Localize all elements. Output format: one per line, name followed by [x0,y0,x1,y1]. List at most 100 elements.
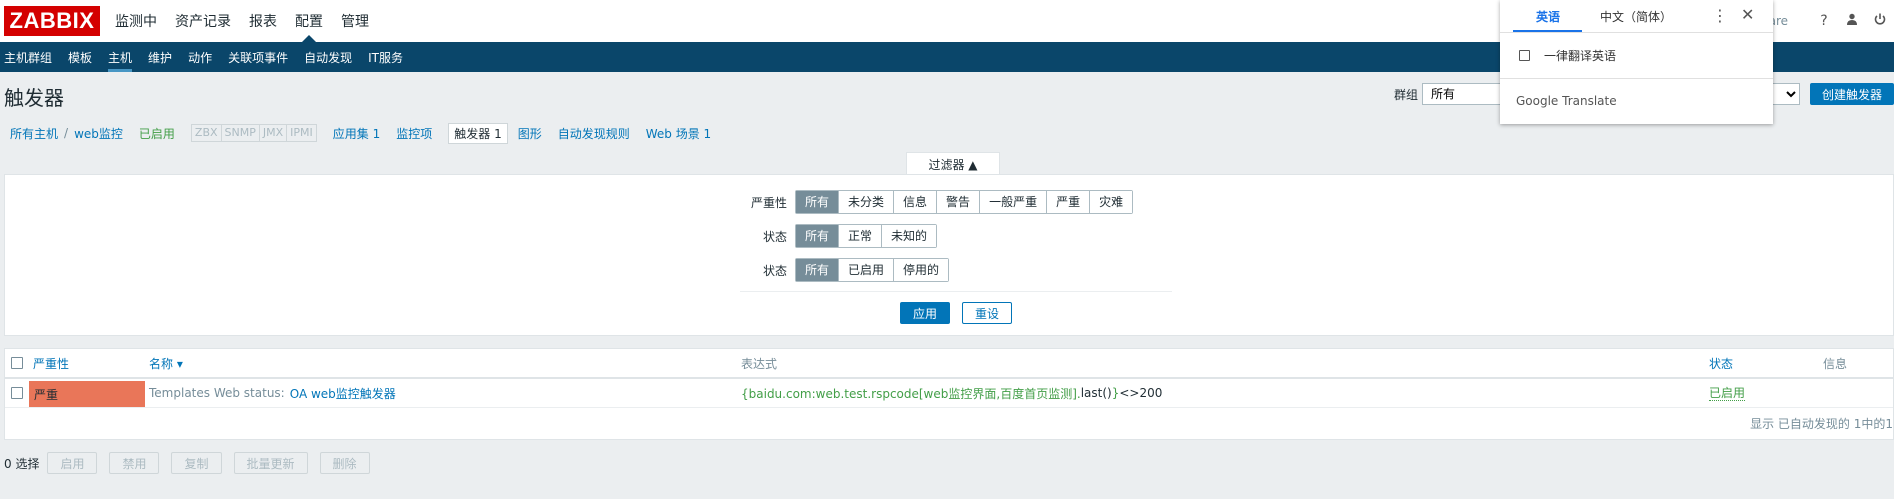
column-severity[interactable]: 严重性 [33,349,69,377]
severity-high[interactable]: 严重 [1047,191,1091,213]
status-disabled[interactable]: 停用的 [894,259,949,281]
status-filter-label: 状态 [762,263,787,278]
state-filter-row: 状态 所有 正常 未知的 [747,224,938,248]
sort-status-link[interactable]: 状态 [1709,355,1733,372]
column-info: 信息 [1823,356,1848,371]
row-checkbox[interactable] [11,387,23,399]
expression-cell: {baidu.com:web.test.rspcode[web监控界面,百度首页… [741,379,1162,407]
zabbix-logo[interactable]: ZABBIX [4,6,100,36]
triggers-current[interactable]: 触发器 1 [448,122,508,144]
table-row: 严重 Templates Web status: OA web监控触发器 {ba… [5,379,1893,407]
state-unknown[interactable]: 未知的 [882,225,937,247]
menu-monitoring[interactable]: 监测中 [106,0,166,42]
jmx-badge: JMX [260,125,288,141]
always-translate-checkbox[interactable] [1519,50,1530,61]
delete-button[interactable]: 删除 [319,452,370,474]
all-hosts-link[interactable]: 所有主机 [10,125,58,142]
subnav-event-correlation[interactable]: 关联项事件 [220,42,296,72]
template-prefix[interactable]: Templates Web status: [149,386,285,400]
translate-tab-english[interactable]: 英语 [1536,0,1560,32]
main-menu: 监测中 资产记录 报表 配置 管理 [106,0,378,42]
translate-popup: 英语 中文（简体） ⋮ ✕ 一律翻译英语 Google Translate [1500,0,1773,124]
copy-button[interactable]: 复制 [171,452,222,474]
items-link[interactable]: 监控项 [396,125,432,142]
trigger-name-link[interactable]: OA web监控触发器 [290,385,396,402]
create-trigger-button[interactable]: 创建触发器 [1809,83,1894,105]
breadcrumb-separator: / [64,126,69,140]
state-all[interactable]: 所有 [796,225,840,247]
always-translate-label[interactable]: 一律翻译英语 [1544,47,1616,64]
severity-all[interactable]: 所有 [796,191,840,213]
filter-toggle-tab[interactable]: 过滤器 ▲ [906,152,1000,175]
column-status[interactable]: 状态 [1709,349,1733,377]
subnav-hosts[interactable]: 主机 [100,42,140,72]
host-status-enabled: 已启用 [138,126,175,141]
severity-information[interactable]: 信息 [894,191,938,213]
severity-filter-label: 严重性 [750,195,787,210]
expression-item[interactable]: {baidu.com:web.test.rspcode[web监控界面,百度首页… [741,385,1081,402]
disable-button[interactable]: 禁用 [109,452,160,474]
state-filter-label: 状态 [762,229,787,244]
menu-administration[interactable]: 管理 [332,0,378,42]
enable-button[interactable]: 启用 [47,452,98,474]
google-translate-brand: Google Translate [1516,94,1617,108]
translate-divider [1500,32,1773,33]
question-icon[interactable]: ? [1810,13,1838,29]
web-scenarios-link[interactable]: Web 场景 1 [646,125,711,142]
row-divider [5,407,1893,408]
triggers-table: 严重性 名称 ▾ 表达式 状态 信息 严重 Templates Web stat… [4,348,1894,440]
applications-link[interactable]: 应用集 1 [333,125,380,142]
host-navigation: 所有主机 / web监控 已启用 ZBX SNMP JMX IPMI 应用集 1… [0,122,727,144]
zbx-badge: ZBX [192,125,222,141]
status-cell: 已启用 [1709,379,1746,407]
translate-divider-2 [1500,78,1773,79]
column-name[interactable]: 名称 ▾ [149,349,183,377]
host-link[interactable]: web监控 [74,125,123,142]
state-segment: 所有 正常 未知的 [795,224,938,248]
sort-severity-link[interactable]: 严重性 [33,355,69,372]
power-icon[interactable] [1866,13,1894,29]
subnav-host-groups[interactable]: 主机群组 [0,42,60,72]
severity-not-classified[interactable]: 未分类 [839,191,895,213]
reset-filter-button[interactable]: 重设 [962,302,1012,324]
menu-inventory[interactable]: 资产记录 [166,0,240,42]
subnav-discovery[interactable]: 自动发现 [296,42,360,72]
group-label: 群组 [1393,87,1418,102]
severity-filter-row: 严重性 所有 未分类 信息 警告 一般严重 严重 灾难 [747,190,1134,214]
select-all-checkbox[interactable] [11,357,23,369]
expression-condition: <>200 [1119,386,1163,400]
menu-configuration[interactable]: 配置 [286,0,332,42]
severity-segment: 所有 未分类 信息 警告 一般严重 严重 灾难 [795,190,1134,214]
sort-name-link[interactable]: 名称 ▾ [149,355,183,372]
snmp-badge: SNMP [222,125,260,141]
status-enabled-link[interactable]: 已启用 [1709,386,1746,401]
interface-badges: ZBX SNMP JMX IPMI [190,124,317,142]
subnav-maintenance[interactable]: 维护 [140,42,180,72]
graphs-link[interactable]: 图形 [518,125,542,142]
status-all[interactable]: 所有 [796,259,840,281]
mass-update-button[interactable]: 批量更新 [233,452,308,474]
filter-panel: 严重性 所有 未分类 信息 警告 一般严重 严重 灾难 状态 所有 正常 未知的… [4,174,1894,336]
close-icon[interactable]: ✕ [1741,5,1754,24]
status-segment: 所有 已启用 停用的 [795,258,950,282]
discovery-rules-link[interactable]: 自动发现规则 [558,125,630,142]
more-vert-icon[interactable]: ⋮ [1712,6,1728,25]
user-icon[interactable] [1838,13,1866,29]
mass-actions: 0 选择 启用 禁用 复制 批量更新 删除 [4,452,382,474]
subnav-templates[interactable]: 模板 [60,42,100,72]
subnav-actions[interactable]: 动作 [180,42,220,72]
page-title: 触发器 [4,86,64,110]
apply-filter-button[interactable]: 应用 [900,302,950,324]
selected-count: 0 选择 [4,456,40,471]
severity-disaster[interactable]: 灾难 [1090,191,1133,213]
menu-reports[interactable]: 报表 [240,0,286,42]
subnav-it-services[interactable]: IT服务 [360,42,411,72]
status-enabled[interactable]: 已启用 [839,259,895,281]
status-filter-row: 状态 所有 已启用 停用的 [747,258,950,282]
translate-tab-chinese[interactable]: 中文（简体） [1600,0,1672,32]
state-normal[interactable]: 正常 [839,225,883,247]
severity-cell: 严重 [29,381,145,407]
severity-average[interactable]: 一般严重 [980,191,1048,213]
severity-warning[interactable]: 警告 [937,191,981,213]
expression-close: } [1111,386,1120,400]
